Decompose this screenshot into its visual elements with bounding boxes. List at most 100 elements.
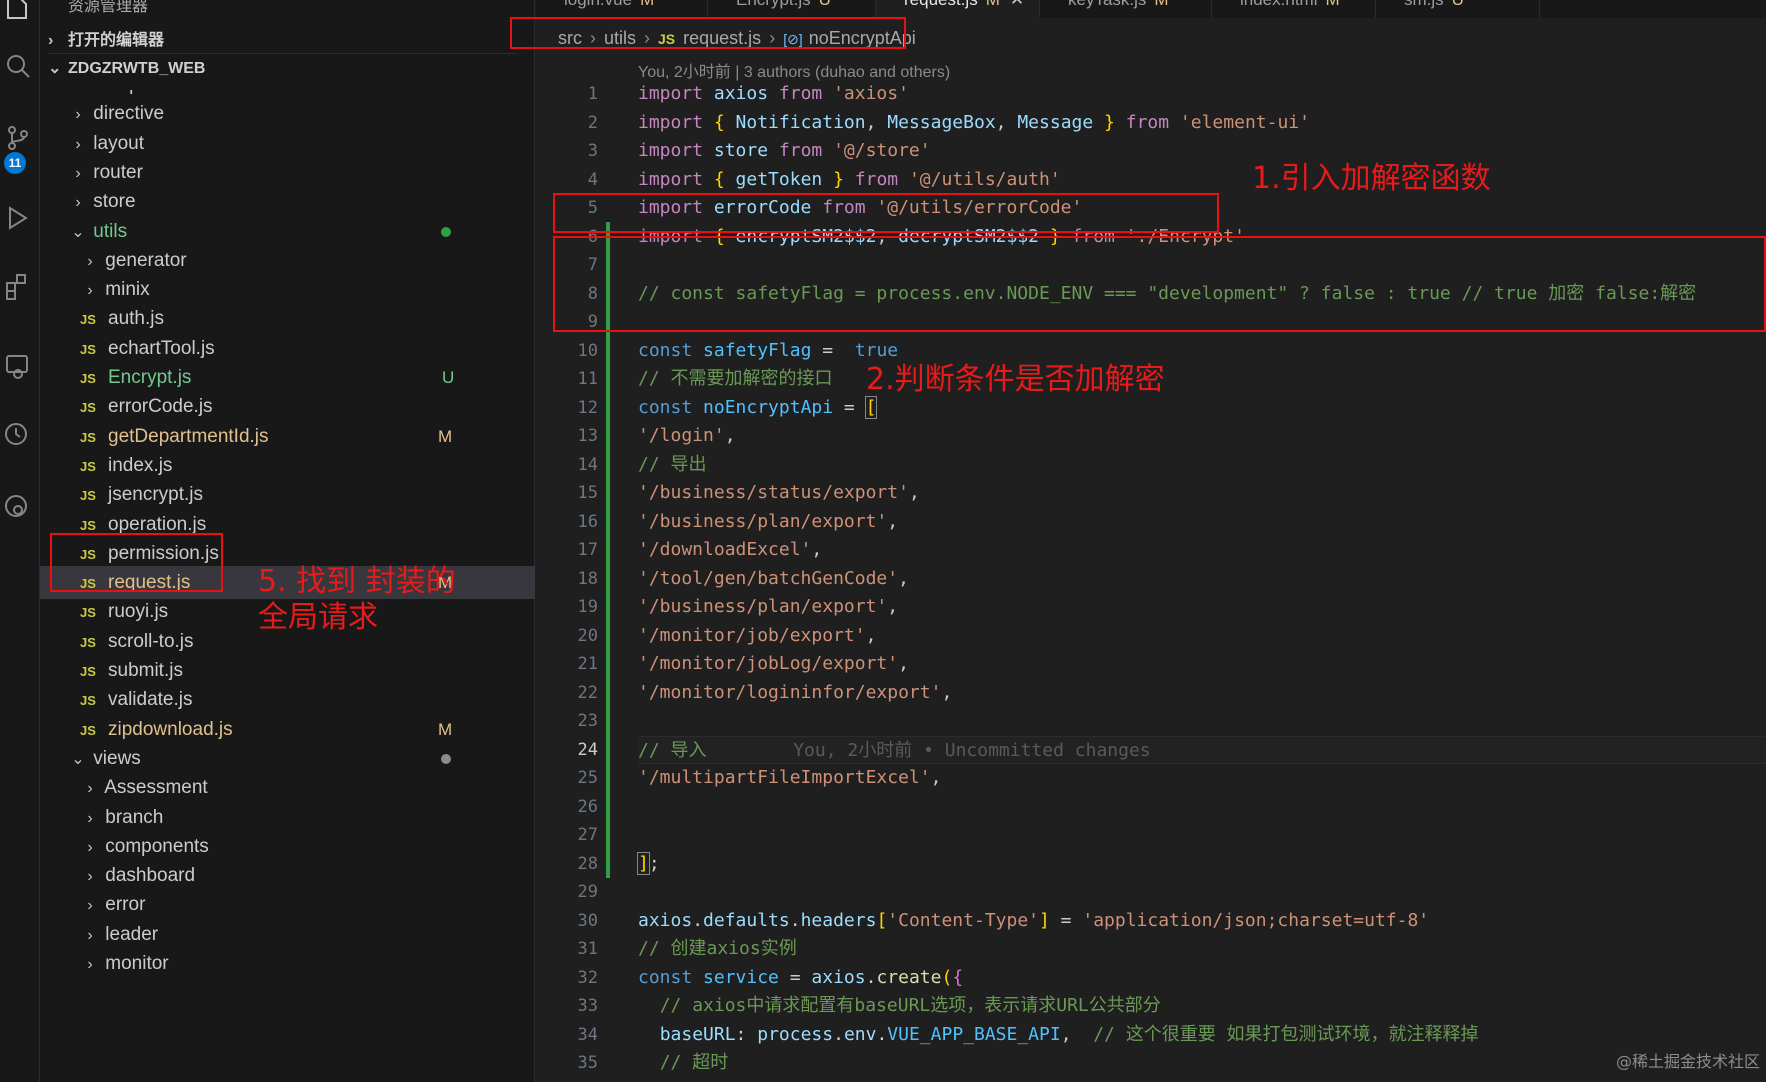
line-number[interactable]: 14 bbox=[536, 451, 598, 480]
line-number[interactable]: 17 bbox=[536, 536, 598, 565]
tree-file[interactable]: JS getDepartmentId.js M bbox=[40, 420, 535, 453]
line-number[interactable]: 26 bbox=[536, 793, 598, 822]
line-number[interactable]: 28 bbox=[536, 850, 598, 879]
search-icon[interactable] bbox=[4, 52, 32, 80]
code-line[interactable]: const service = axios.create({ bbox=[638, 964, 1766, 993]
code-line[interactable]: const safetyFlag = true bbox=[638, 337, 1766, 366]
line-number[interactable]: 27 bbox=[536, 821, 598, 850]
extensions-icon[interactable] bbox=[4, 272, 32, 300]
line-number[interactable]: 16 bbox=[536, 508, 598, 537]
line-number[interactable]: 29 bbox=[536, 878, 598, 907]
tree-folder[interactable]: › Assessment bbox=[40, 771, 535, 804]
line-number[interactable]: 33 bbox=[536, 992, 598, 1021]
line-number[interactable]: 21 bbox=[536, 650, 598, 679]
tree-file[interactable]: JS Encrypt.js U bbox=[40, 361, 535, 394]
code-line[interactable] bbox=[638, 793, 1766, 822]
code-line[interactable]: // 导入 You, 2小时前 • Uncommitted changes bbox=[638, 735, 1766, 764]
line-number[interactable]: 23 bbox=[536, 707, 598, 736]
code-line[interactable]: // 创建axios实例 bbox=[638, 935, 1766, 964]
editor-tab[interactable]: index.html M bbox=[1212, 0, 1376, 18]
editor-tab[interactable]: sm.js U bbox=[1376, 0, 1540, 18]
line-number[interactable]: 19 bbox=[536, 593, 598, 622]
line-number[interactable]: 35 bbox=[536, 1049, 598, 1078]
project-section[interactable]: ⌄ ZDGZRWTB_WEB bbox=[48, 58, 205, 86]
tree-folder[interactable]: › dashboard bbox=[40, 859, 535, 892]
code-line[interactable] bbox=[638, 707, 1766, 736]
tree-file[interactable]: JS jsencrypt.js bbox=[40, 478, 535, 511]
code-line[interactable]: import store from '@/store' bbox=[638, 137, 1766, 166]
git-blame-codelens[interactable]: You, 2小时前 | 3 authors (duhao and others) bbox=[638, 58, 950, 82]
tree-folder[interactable]: › error bbox=[40, 888, 535, 921]
open-editors-section[interactable]: › 打开的编辑器 bbox=[48, 26, 518, 54]
line-number[interactable]: 18 bbox=[536, 565, 598, 594]
code-line[interactable]: axios.defaults.headers['Content-Type'] =… bbox=[638, 907, 1766, 936]
line-number[interactable]: 1 bbox=[536, 80, 598, 109]
code-line[interactable]: ]; bbox=[637, 850, 1766, 879]
line-number[interactable]: 31 bbox=[536, 935, 598, 964]
line-number[interactable]: 32 bbox=[536, 964, 598, 993]
code-line[interactable]: const noEncryptApi = [ bbox=[638, 394, 1766, 423]
tree-folder[interactable]: › monitor bbox=[40, 947, 535, 980]
code-line[interactable]: import { getToken } from '@/utils/auth' bbox=[638, 166, 1766, 195]
line-number[interactable]: 2 bbox=[536, 109, 598, 138]
line-number[interactable]: 10 bbox=[536, 337, 598, 366]
line-number[interactable]: 22 bbox=[536, 679, 598, 708]
remote-explorer-icon[interactable] bbox=[4, 352, 32, 380]
tree-folder[interactable]: › router bbox=[40, 156, 535, 189]
line-number[interactable]: 20 bbox=[536, 622, 598, 651]
line-number[interactable]: 11 bbox=[536, 365, 598, 394]
tree-file[interactable]: JS validate.js bbox=[40, 683, 535, 716]
tree-folder[interactable]: › store bbox=[40, 185, 535, 218]
line-number[interactable]: 24 bbox=[536, 736, 598, 765]
code-line[interactable]: '/business/plan/export', bbox=[638, 593, 1766, 622]
code-line[interactable] bbox=[638, 821, 1766, 850]
source-control-icon[interactable] bbox=[4, 124, 32, 152]
tree-file[interactable]: JS errorCode.js bbox=[40, 390, 535, 423]
tree-file[interactable]: JS echartTool.js bbox=[40, 332, 535, 365]
code-line[interactable]: '/monitor/logininfor/export', bbox=[638, 679, 1766, 708]
tree-folder[interactable]: › directive bbox=[40, 97, 535, 130]
line-number[interactable]: 25 bbox=[536, 764, 598, 793]
line-number[interactable]: 13 bbox=[536, 422, 598, 451]
code-line[interactable]: '/multipartFileImportExcel', bbox=[638, 764, 1766, 793]
tree-folder[interactable]: ⌄ views bbox=[40, 742, 535, 775]
tree-folder[interactable]: › components bbox=[40, 830, 535, 863]
code-line[interactable]: import { Notification, MessageBox, Messa… bbox=[638, 109, 1766, 138]
code-line[interactable]: // 不需要加解密的接口 bbox=[638, 365, 1766, 394]
tree-file[interactable]: JS auth.js bbox=[40, 302, 535, 335]
code-line[interactable]: // 导出 bbox=[638, 451, 1766, 480]
editor-tab[interactable]: Encrypt.js U bbox=[708, 0, 876, 18]
code-line[interactable]: import axios from 'axios' bbox=[638, 80, 1766, 109]
tree-folder[interactable]: › minix bbox=[40, 273, 535, 306]
testing-icon[interactable] bbox=[4, 492, 32, 520]
close-icon[interactable]: ✕ bbox=[1010, 0, 1024, 9]
tree-file[interactable]: JS submit.js bbox=[40, 654, 535, 687]
code-line[interactable]: baseURL: process.env.VUE_APP_BASE_API, /… bbox=[638, 1021, 1766, 1050]
timeline-icon[interactable] bbox=[4, 420, 32, 448]
code-line[interactable]: '/business/plan/export', bbox=[638, 508, 1766, 537]
line-number[interactable]: 12 bbox=[536, 394, 598, 423]
code-line[interactable]: '/tool/gen/batchGenCode', bbox=[638, 565, 1766, 594]
tree-folder[interactable]: › layout bbox=[40, 127, 535, 160]
code-line[interactable]: // 超时 bbox=[638, 1049, 1766, 1078]
tree-file[interactable]: JS index.js bbox=[40, 449, 535, 482]
code-line[interactable]: '/monitor/job/export', bbox=[638, 622, 1766, 651]
tree-file[interactable]: JS zipdownload.js M bbox=[40, 713, 535, 746]
tree-folder[interactable]: › branch bbox=[40, 801, 535, 834]
editor-tab[interactable]: login.vue M bbox=[536, 0, 708, 18]
line-number[interactable]: 4 bbox=[536, 166, 598, 195]
tree-folder[interactable]: › leader bbox=[40, 918, 535, 951]
editor-tab[interactable]: keyTask.js M bbox=[1040, 0, 1212, 18]
tree-folder[interactable]: ⌄ utils bbox=[40, 215, 535, 248]
code-line[interactable]: '/monitor/jobLog/export', bbox=[638, 650, 1766, 679]
line-number[interactable]: 34 bbox=[536, 1021, 598, 1050]
explorer-icon[interactable] bbox=[4, 0, 32, 22]
editor-tab[interactable]: request.js M ✕ bbox=[876, 0, 1040, 18]
code-line[interactable]: '/business/status/export', bbox=[638, 479, 1766, 508]
line-number[interactable]: 30 bbox=[536, 907, 598, 936]
tree-folder[interactable]: › generator bbox=[40, 244, 535, 277]
code-line[interactable]: '/downloadExcel', bbox=[638, 536, 1766, 565]
run-debug-icon[interactable] bbox=[4, 204, 32, 232]
code-line[interactable]: // axios中请求配置有baseURL选项，表示请求URL公共部分 bbox=[638, 992, 1766, 1021]
code-line[interactable]: '/login', bbox=[638, 422, 1766, 451]
